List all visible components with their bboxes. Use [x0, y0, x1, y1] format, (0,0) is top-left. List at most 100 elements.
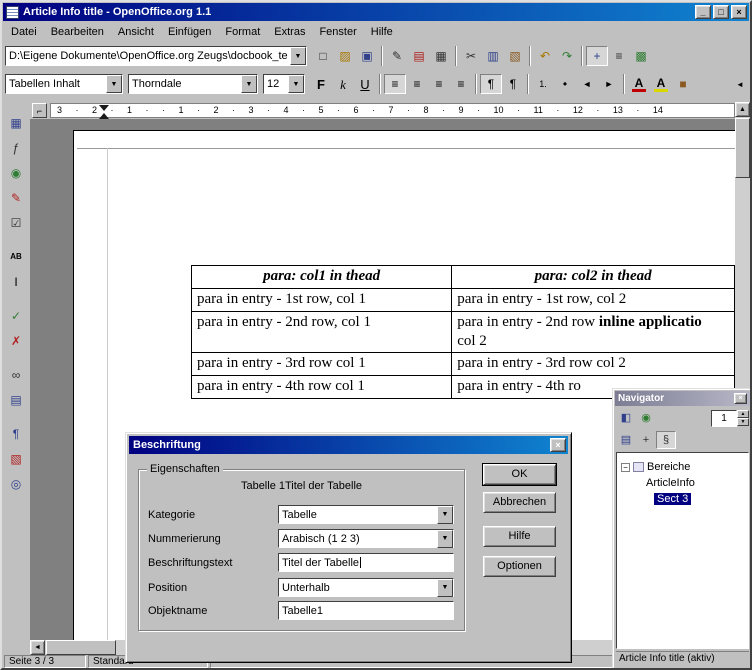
ok-button[interactable]: OK — [483, 464, 556, 485]
paragraph-style-combobox[interactable]: Tabellen Inhalt ▼ — [5, 74, 123, 94]
navigator-icon[interactable]: + — [586, 46, 608, 66]
graphics-onoff-icon[interactable]: ▧ — [4, 448, 28, 469]
url-combobox[interactable]: D:\Eigene Dokumente\OpenOffice.org Zeugs… — [5, 46, 307, 66]
kategorie-combobox[interactable]: Tabelle ▼ — [278, 505, 454, 524]
menu-ansicht[interactable]: Ansicht — [111, 23, 161, 41]
increase-indent-button[interactable]: ► — [598, 74, 620, 94]
online-layout-icon[interactable]: ◎ — [4, 473, 28, 494]
italic-button[interactable]: k — [332, 74, 354, 94]
tab-stop-selector[interactable]: ⌐ — [32, 103, 47, 118]
autospellcheck-icon[interactable]: ✗ — [4, 330, 28, 351]
insert-icon[interactable]: ▦ — [4, 112, 28, 133]
scroll-left-button[interactable]: ◄ — [30, 640, 45, 655]
status-page[interactable]: Seite 3 / 3 — [4, 655, 86, 668]
anchor-icon[interactable]: § — [656, 431, 676, 449]
bullets-button[interactable]: • — [554, 74, 576, 94]
direct-cursor-icon[interactable]: I — [4, 271, 28, 292]
toggle-icon[interactable]: ◧ — [616, 409, 636, 427]
background-color-button[interactable]: ■ — [672, 74, 694, 94]
spinner-down-button[interactable]: ▼ — [737, 418, 749, 426]
options-button[interactable]: Optionen — [483, 556, 556, 577]
reminder-icon[interactable]: + — [636, 431, 656, 449]
document-table[interactable]: para: col1 in thead para: col2 in thead … — [191, 265, 735, 399]
style-dropdown-button[interactable]: ▼ — [106, 75, 122, 93]
export-pdf-icon[interactable]: ▤ — [408, 46, 430, 66]
position-combobox[interactable]: Unterhalb ▼ — [278, 578, 454, 597]
font-dropdown-button[interactable]: ▼ — [241, 75, 257, 93]
print-icon[interactable]: ▦ — [430, 46, 452, 66]
align-left-button[interactable]: ≡ — [384, 74, 406, 94]
table-cell[interactable]: para in entry - 3rd row col 1 — [192, 353, 452, 376]
close-button[interactable]: × — [731, 5, 747, 19]
font-color-button[interactable]: A — [632, 77, 646, 92]
menu-einfuegen[interactable]: Einfügen — [161, 23, 218, 41]
table-cell[interactable]: para in entry - 1st row, col 1 — [192, 289, 452, 312]
menu-format[interactable]: Format — [218, 23, 267, 41]
ltr-direction-button[interactable]: ¶ — [480, 74, 502, 94]
url-dropdown-button[interactable]: ▼ — [290, 47, 306, 65]
rtl-direction-button[interactable]: ¶ — [502, 74, 524, 94]
align-justify-button[interactable]: ≡ — [450, 74, 472, 94]
content-view-icon[interactable]: ▤ — [616, 431, 636, 449]
insert-fields-icon[interactable]: ƒ — [4, 137, 28, 158]
edit-file-icon[interactable]: ✎ — [386, 46, 408, 66]
table-header-cell[interactable]: para: col2 in thead — [452, 266, 735, 289]
scroll-up-button[interactable]: ▲ — [735, 102, 750, 117]
dialog-close-button[interactable]: × — [550, 438, 566, 452]
kategorie-dropdown-button[interactable]: ▼ — [437, 506, 453, 524]
page-spinner-value[interactable]: 1 — [711, 410, 737, 427]
navigator-document-select[interactable]: Article Info title (aktiv) — [616, 651, 749, 666]
expander-icon[interactable]: − — [621, 463, 630, 472]
find-replace-icon[interactable]: ∞ — [4, 364, 28, 385]
align-center-button[interactable]: ≡ — [406, 74, 428, 94]
copy-icon[interactable]: ▥ — [482, 46, 504, 66]
spinner-up-button[interactable]: ▲ — [737, 410, 749, 418]
menu-extras[interactable]: Extras — [267, 23, 312, 41]
cut-icon[interactable]: ✂ — [460, 46, 482, 66]
table-cell[interactable]: para in entry - 2nd row inline applicati… — [452, 312, 735, 353]
numbering-button[interactable]: 1. — [532, 74, 554, 94]
underline-button[interactable]: U — [354, 74, 376, 94]
dialog-title-bar[interactable]: Beschriftung × — [129, 436, 568, 454]
table-cell[interactable]: para in entry - 2nd row, col 1 — [192, 312, 452, 353]
align-right-button[interactable]: ≡ — [428, 74, 450, 94]
objektname-input[interactable]: Tabelle1 — [278, 601, 454, 620]
nummerierung-dropdown-button[interactable]: ▼ — [437, 530, 453, 548]
insert-object-icon[interactable]: ◉ — [4, 162, 28, 183]
maximize-button[interactable]: □ — [713, 5, 729, 19]
vertical-scroll-thumb[interactable] — [735, 118, 750, 178]
menu-hilfe[interactable]: Hilfe — [364, 23, 400, 41]
table-cell[interactable]: para in entry - 4th row col 1 — [192, 376, 452, 399]
navigator-tree[interactable]: − Bereiche ArticleInfo Sect 3 — [616, 452, 749, 649]
spellcheck-icon[interactable]: ✓ — [4, 305, 28, 326]
stylist-icon[interactable]: ≡ — [608, 46, 630, 66]
menu-fenster[interactable]: Fenster — [312, 23, 363, 41]
nonprinting-characters-icon[interactable]: ¶ — [4, 423, 28, 444]
nummerierung-combobox[interactable]: Arabisch (1 2 3) ▼ — [278, 529, 454, 548]
highlight-button[interactable]: A — [654, 77, 668, 92]
save-document-icon[interactable]: ▣ — [356, 46, 378, 66]
horizontal-ruler[interactable]: 3 · 2 · 1 · · 1 · 2 · 3 · 4 · 5 · 6 · 7 … — [50, 103, 735, 118]
font-name-combobox[interactable]: Thorndale ▼ — [128, 74, 258, 94]
title-bar[interactable]: Article Info title - OpenOffice.org 1.1 … — [3, 3, 749, 21]
menu-datei[interactable]: Datei — [4, 23, 44, 41]
open-document-icon[interactable]: ▨ — [334, 46, 356, 66]
table-cell[interactable]: para in entry - 1st row, col 2 — [452, 289, 735, 312]
help-button[interactable]: Hilfe — [483, 526, 556, 547]
table-cell[interactable]: para in entry - 3rd row col 2 — [452, 353, 735, 376]
undo-icon[interactable]: ↶ — [534, 46, 556, 66]
position-dropdown-button[interactable]: ▼ — [437, 579, 453, 597]
navigator-close-button[interactable]: × — [734, 393, 747, 404]
beschriftungstext-input[interactable]: Titel der Tabelle — [278, 553, 454, 572]
autotext-icon[interactable]: AB — [4, 246, 28, 267]
gallery-icon[interactable]: ▩ — [630, 46, 652, 66]
table-header-cell[interactable]: para: col1 in thead — [192, 266, 452, 289]
toolbar-scroll-left-button[interactable]: ◄ — [733, 74, 747, 94]
paste-icon[interactable]: ▧ — [504, 46, 526, 66]
tree-item-sect3[interactable]: Sect 3 — [619, 491, 746, 507]
menu-bearbeiten[interactable]: Bearbeiten — [44, 23, 111, 41]
form-functions-icon[interactable]: ☑ — [4, 212, 28, 233]
redo-icon[interactable]: ↷ — [556, 46, 578, 66]
horizontal-scroll-thumb[interactable] — [46, 640, 116, 655]
data-sources-icon[interactable]: ▤ — [4, 389, 28, 410]
